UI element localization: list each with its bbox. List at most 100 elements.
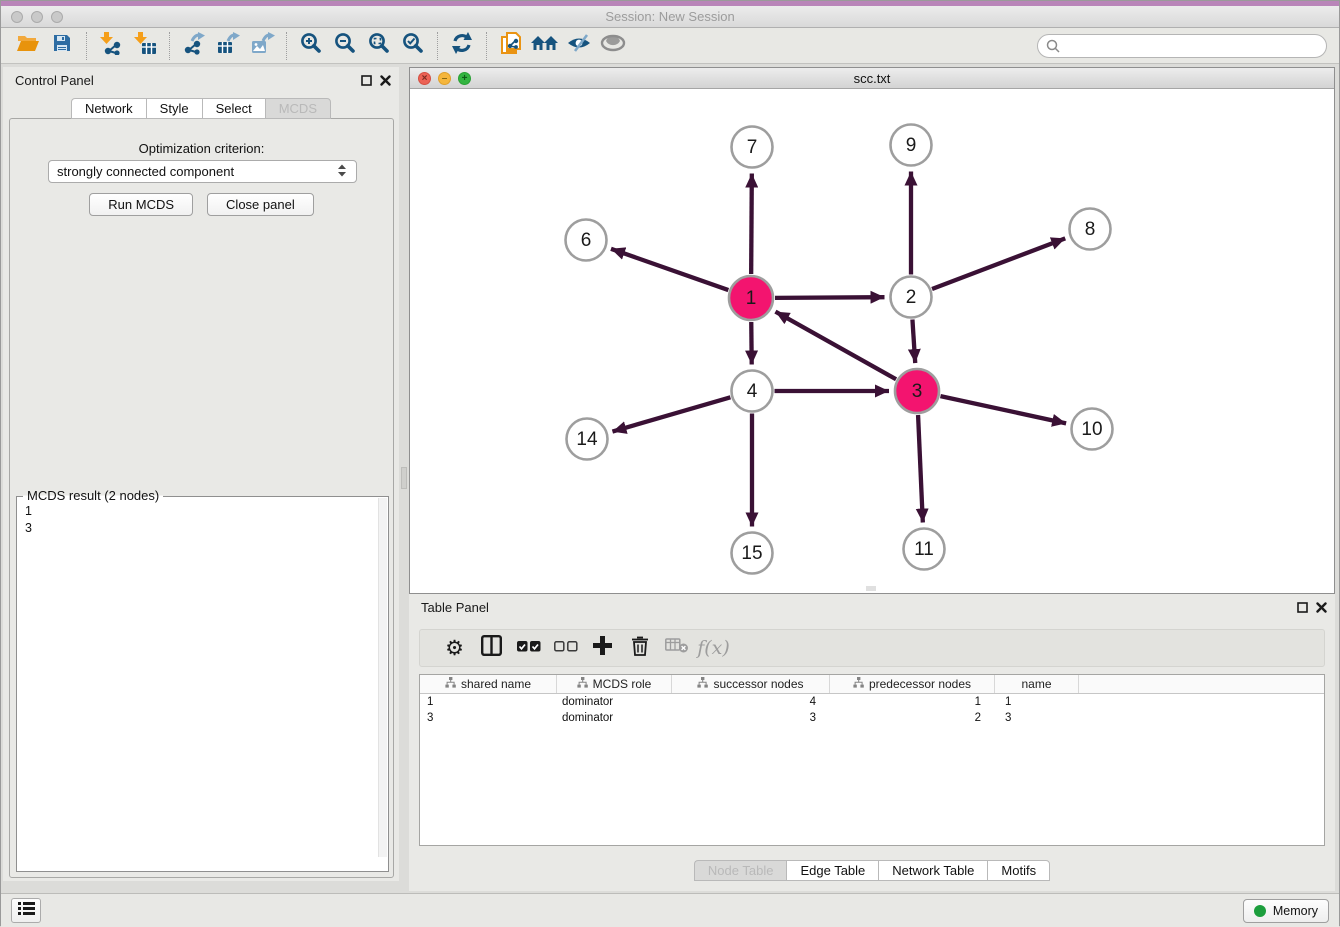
table-settings-button[interactable]: ⚙ <box>436 632 473 664</box>
toolbar-separator <box>86 32 87 60</box>
search-input[interactable] <box>1037 34 1327 58</box>
delete-table-button[interactable] <box>658 632 695 664</box>
table-tab-motifs[interactable]: Motifs <box>987 860 1050 881</box>
graph-edge-4-14[interactable] <box>612 397 730 431</box>
task-history-button[interactable] <box>11 898 41 923</box>
duplicate-network-icon <box>499 31 524 61</box>
column-header-predecessor-nodes[interactable]: predecessor nodes <box>830 675 995 693</box>
import-network-button[interactable] <box>94 31 128 61</box>
mcds-result-line: 1 <box>25 503 32 520</box>
tab-network[interactable]: Network <box>71 98 146 119</box>
table-tab-edge-table[interactable]: Edge Table <box>786 860 878 881</box>
graph-node-2[interactable]: 2 <box>891 277 932 318</box>
zoom-selected-button[interactable] <box>396 31 430 61</box>
graph-node-3[interactable]: 3 <box>895 369 939 413</box>
graph-node-6[interactable]: 6 <box>566 220 607 261</box>
create-column-button[interactable] <box>584 632 621 664</box>
run-mcds-button[interactable]: Run MCDS <box>89 193 193 216</box>
two-houses-button[interactable] <box>528 31 562 61</box>
network-resize-grip[interactable] <box>866 586 876 591</box>
table-cell[interactable]: 4 <box>672 694 830 710</box>
save-session-button[interactable] <box>45 31 79 61</box>
graph-edge-1-2[interactable] <box>775 297 885 298</box>
tab-mcds[interactable]: MCDS <box>265 98 331 119</box>
tab-style[interactable]: Style <box>146 98 202 119</box>
graph-node-label: 15 <box>741 543 762 564</box>
table-cell[interactable]: 3 <box>995 710 1079 726</box>
optimization-criterion-label: Optimization criterion: <box>10 141 393 156</box>
network-window-titlebar[interactable]: × – + scc.txt <box>410 68 1334 89</box>
fit-content-button[interactable] <box>362 31 396 61</box>
table-row[interactable]: 1dominator411 <box>420 694 1324 710</box>
show-graphics-button[interactable] <box>596 31 630 61</box>
criterion-select[interactable]: strongly connected component <box>48 160 357 183</box>
table-cell[interactable]: 2 <box>830 710 995 726</box>
graph-node-label: 7 <box>747 137 758 158</box>
checked-boxes-icon <box>517 639 541 657</box>
apply-layout-button[interactable] <box>445 31 479 61</box>
sort-tree-icon <box>577 677 588 691</box>
import-table-button[interactable] <box>128 31 162 61</box>
graph-node-8[interactable]: 8 <box>1070 209 1111 250</box>
graph-edge-3-1[interactable] <box>775 312 896 380</box>
table-cell[interactable]: 1 <box>995 694 1079 710</box>
duplicate-network-button[interactable] <box>494 31 528 61</box>
table-tab-node-table[interactable]: Node Table <box>694 860 787 881</box>
table-cell[interactable]: 3 <box>420 710 557 726</box>
graph-node-4[interactable]: 4 <box>732 371 773 412</box>
column-label: MCDS role <box>593 677 652 691</box>
table-cell[interactable]: dominator <box>557 710 672 726</box>
zoom-in-button[interactable] <box>294 31 328 61</box>
table-cell[interactable]: 3 <box>672 710 830 726</box>
export-table-button[interactable] <box>211 31 245 61</box>
zoom-out-button[interactable] <box>328 31 362 61</box>
divider-grip[interactable] <box>401 467 407 489</box>
column-header-mcds-role[interactable]: MCDS role <box>557 675 672 693</box>
graph-node-10[interactable]: 10 <box>1072 409 1113 450</box>
memory-button[interactable]: Memory <box>1243 899 1329 923</box>
result-scrollbar[interactable] <box>378 498 387 857</box>
network-canvas[interactable]: 1 2 3 4 6 7 8 9 10 11 14 15 <box>410 89 1334 593</box>
graph-edge-2-3[interactable] <box>912 319 915 363</box>
open-session-button[interactable] <box>11 31 45 61</box>
float-table-panel-icon[interactable] <box>1297 600 1308 618</box>
column-header-successor-nodes[interactable]: successor nodes <box>672 675 830 693</box>
graph-edge-3-10[interactable] <box>940 396 1066 423</box>
select-all-columns-button[interactable] <box>510 632 547 664</box>
function-builder-button[interactable]: f(x) <box>695 632 732 664</box>
table-tab-network-table[interactable]: Network Table <box>878 860 987 881</box>
hide-graphics-button[interactable] <box>562 31 596 61</box>
delete-column-button[interactable] <box>621 632 658 664</box>
tab-select[interactable]: Select <box>202 98 265 119</box>
graph-edge-3-11[interactable] <box>918 415 923 523</box>
panel-divider[interactable] <box>400 67 408 881</box>
table-cell[interactable]: 1 <box>830 694 995 710</box>
export-image-button[interactable] <box>245 31 279 61</box>
graph-edge-2-8[interactable] <box>932 238 1065 289</box>
graph-node-1[interactable]: 1 <box>729 276 773 320</box>
close-panel-icon[interactable] <box>380 73 391 91</box>
show-columns-button[interactable] <box>473 632 510 664</box>
export-network-button[interactable] <box>177 31 211 61</box>
zoom-selected-icon <box>402 32 424 59</box>
graph-node-14[interactable]: 14 <box>567 419 608 460</box>
graph-node-9[interactable]: 9 <box>891 125 932 166</box>
fit-content-icon <box>368 32 390 59</box>
column-header-name[interactable]: name <box>995 675 1079 693</box>
column-header-shared-name[interactable]: shared name <box>420 675 557 693</box>
graph-node-11[interactable]: 11 <box>904 529 945 570</box>
table-row[interactable]: 3dominator323 <box>420 710 1324 726</box>
unselect-all-columns-button[interactable] <box>547 632 584 664</box>
control-panel-tabs: NetworkStyleSelectMCDS <box>3 98 399 119</box>
graph-edge-1-7[interactable] <box>751 173 752 274</box>
delete-table-icon <box>665 637 689 659</box>
float-panel-icon[interactable] <box>361 73 372 91</box>
close-table-panel-icon[interactable] <box>1316 600 1327 618</box>
graph-edge-1-6[interactable] <box>611 249 728 290</box>
close-panel-button[interactable]: Close panel <box>207 193 314 216</box>
mcds-result-box: MCDS result (2 nodes) 13 <box>16 496 389 872</box>
graph-node-15[interactable]: 15 <box>732 533 773 574</box>
graph-node-7[interactable]: 7 <box>732 127 773 168</box>
table-cell[interactable]: dominator <box>557 694 672 710</box>
table-cell[interactable]: 1 <box>420 694 557 710</box>
